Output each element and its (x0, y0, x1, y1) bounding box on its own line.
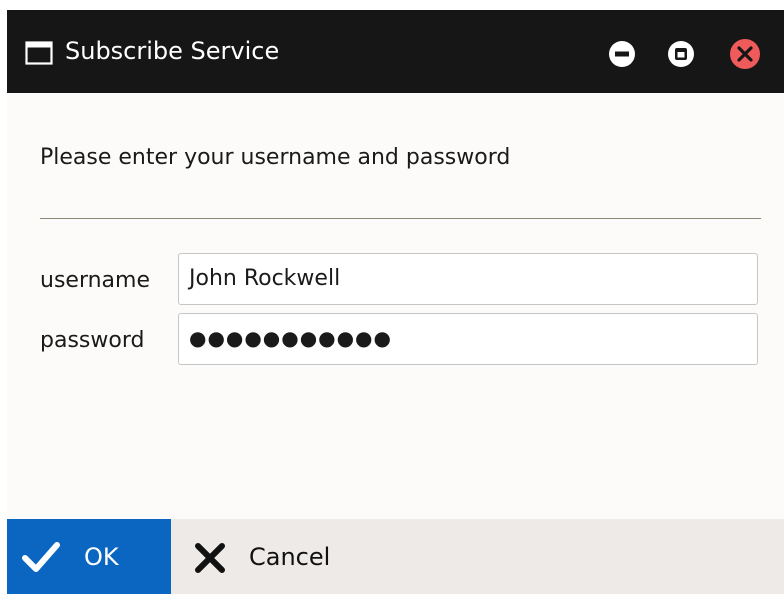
close-icon[interactable] (729, 38, 761, 70)
instruction-text: Please enter your username and password (40, 145, 511, 170)
cancel-label: Cancel (249, 543, 331, 571)
maximize-icon[interactable] (667, 40, 695, 68)
x-icon (195, 543, 225, 573)
ok-label: OK (84, 543, 119, 571)
cancel-button[interactable]: Cancel (171, 519, 411, 594)
window-icon (25, 41, 53, 65)
ok-button[interactable]: OK (7, 519, 171, 594)
password-input[interactable]: ●●●●●●●●●●● (178, 313, 758, 365)
username-label: username (40, 268, 150, 293)
username-input[interactable]: John Rockwell (178, 253, 758, 305)
title-bar[interactable]: Subscribe Service (7, 10, 784, 93)
window-title: Subscribe Service (65, 37, 280, 65)
subscribe-dialog: Subscribe Service Please enter your user… (7, 10, 784, 594)
password-label: password (40, 328, 145, 353)
checkmark-icon (22, 542, 60, 572)
minimize-icon[interactable] (608, 40, 636, 68)
button-bar: OK Cancel (7, 519, 784, 594)
divider (40, 218, 761, 219)
